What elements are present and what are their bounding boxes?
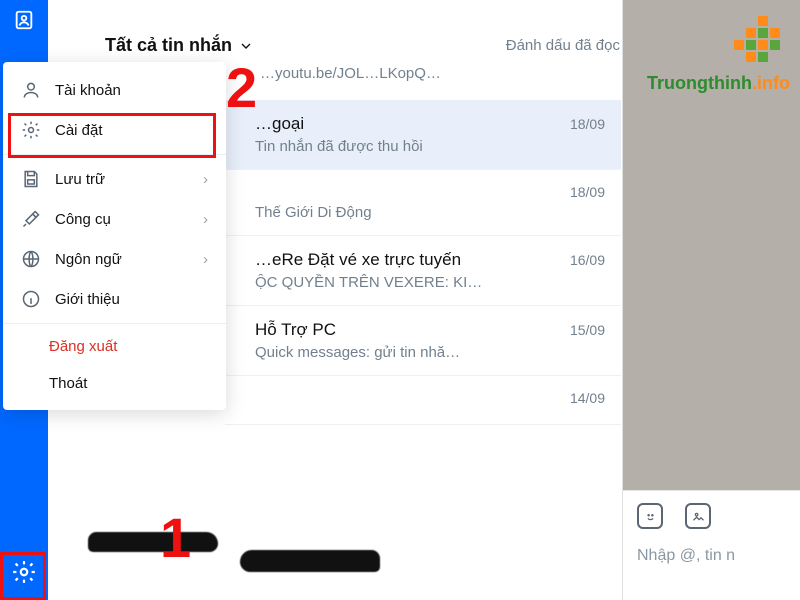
sticker-button[interactable]: [637, 503, 663, 529]
menu-separator: [3, 323, 226, 324]
logo-tiles-icon: [728, 16, 790, 68]
message-row[interactable]: 14/09: [225, 376, 621, 425]
redaction-mark: [240, 550, 380, 572]
message-title: …goại: [255, 114, 304, 134]
watermark-logo: Truongthinh.info: [647, 16, 790, 94]
message-date: 18/09: [570, 184, 605, 200]
annotation-number-2: 2: [226, 55, 257, 120]
menu-label: Giới thiệu: [55, 291, 120, 308]
chevron-right-icon: ›: [203, 171, 208, 188]
chat-pane: Truongthinh.info Nhập @, tin n: [622, 0, 800, 600]
menu-item-account[interactable]: Tài khoản: [3, 70, 226, 110]
chevron-right-icon: ›: [203, 211, 208, 228]
menu-item-language[interactable]: Ngôn ngữ ›: [3, 239, 226, 279]
message-title: …eRe Đặt vé xe trực tuyến: [255, 250, 461, 270]
compose-area: Nhập @, tin n: [623, 490, 800, 600]
menu-label: Ngôn ngữ: [55, 251, 122, 268]
gear-icon: [21, 120, 41, 140]
message-row[interactable]: 18/09 Thế Giới Di Động: [225, 170, 621, 236]
message-title: Hỗ Trợ PC: [255, 320, 336, 340]
save-icon: [21, 169, 41, 189]
settings-gear-button[interactable]: [4, 552, 44, 592]
settings-popup-menu: Tài khoản Cài đặt Lưu trữ › Công cụ › Ng…: [3, 62, 226, 410]
message-date: 18/09: [570, 116, 605, 132]
menu-label: Tài khoản: [55, 82, 121, 99]
annotation-number-1: 1: [160, 505, 191, 570]
chevron-right-icon: ›: [203, 251, 208, 268]
message-preview: Quick messages: gửi tin nhă…: [255, 344, 595, 361]
redaction-mark: [88, 532, 218, 552]
message-date: 16/09: [570, 252, 605, 268]
info-icon: [21, 289, 41, 309]
message-preview: Tin nhắn đã được thu hồi: [255, 138, 595, 155]
chevron-down-icon: [238, 38, 254, 54]
globe-icon: [21, 249, 41, 269]
message-row[interactable]: …goại 18/09 Tin nhắn đã được thu hồi: [225, 100, 621, 170]
tools-icon: [21, 209, 41, 229]
message-list: …goại 18/09 Tin nhắn đã được thu hồi 18/0…: [225, 100, 621, 425]
logo-text-orange: .info: [752, 73, 790, 93]
menu-item-about[interactable]: Giới thiệu: [3, 279, 226, 319]
menu-item-archive[interactable]: Lưu trữ ›: [3, 159, 226, 199]
logo-text-green: Truongthinh: [647, 73, 752, 93]
menu-label: Công cụ: [55, 211, 111, 228]
message-date: 14/09: [570, 390, 605, 406]
image-button[interactable]: [685, 503, 711, 529]
menu-separator: [3, 154, 226, 155]
message-preview: Thế Giới Di Động: [255, 204, 595, 221]
filter-label: Tất cả tin nhắn: [105, 35, 232, 56]
filter-dropdown[interactable]: Tất cả tin nhắn: [105, 35, 254, 56]
user-icon: [21, 80, 41, 100]
menu-item-tools[interactable]: Công cụ ›: [3, 199, 226, 239]
menu-item-quit[interactable]: Thoát: [3, 365, 226, 402]
menu-label: Lưu trữ: [55, 171, 105, 188]
message-row[interactable]: Hỗ Trợ PC 15/09 Quick messages: gửi tin n…: [225, 306, 621, 376]
truncated-url-text: …youtu.be/JOL…LKopQ…: [260, 65, 441, 82]
menu-label: Cài đặt: [55, 122, 103, 139]
message-row[interactable]: …eRe Đặt vé xe trực tuyến 16/09 ỘC QUYỀN …: [225, 236, 621, 306]
message-date: 15/09: [570, 322, 605, 338]
contacts-icon[interactable]: [0, 0, 48, 40]
compose-input[interactable]: Nhập @, tin n: [623, 541, 800, 571]
menu-item-settings[interactable]: Cài đặt: [3, 110, 226, 150]
menu-item-logout[interactable]: Đăng xuất: [3, 328, 226, 365]
mark-read-link[interactable]: Đánh dấu đã đọc: [506, 37, 620, 54]
message-preview: ỘC QUYỀN TRÊN VEXERE: KI…: [255, 274, 595, 291]
list-header: Tất cả tin nhắn Đánh dấu đã đọc: [105, 35, 620, 56]
